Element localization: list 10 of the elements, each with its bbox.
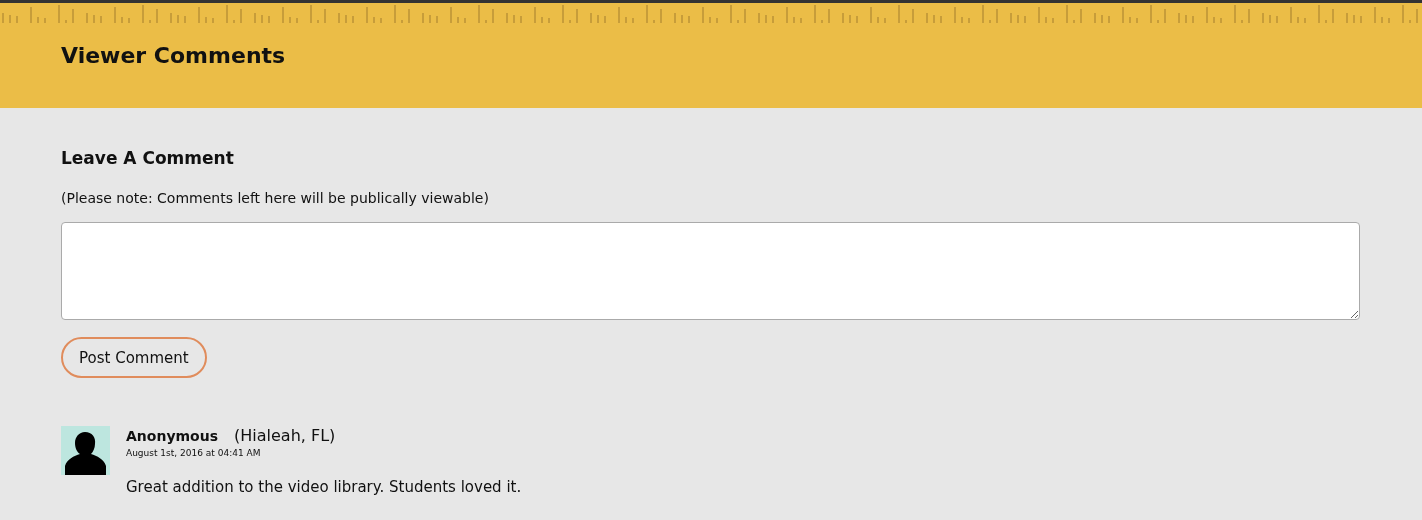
form-heading: Leave A Comment — [61, 148, 234, 168]
comment-location: (Hialeah, FL) — [234, 426, 336, 445]
post-comment-button[interactable]: Post Comment — [61, 337, 207, 378]
avatar-icon — [61, 426, 110, 475]
notice-text: (Please note: Comments left here will be publically viewable) — [61, 190, 490, 206]
comment-author: Anonymous — [126, 428, 219, 444]
page-title: Viewer Comments — [60, 42, 286, 68]
comment-text: Great addition to the video library. Students loved it. — [126, 478, 522, 496]
comment-field[interactable] — [61, 222, 1360, 320]
comment-date: August 1st, 2016 at 04:41 AM — [126, 448, 262, 458]
